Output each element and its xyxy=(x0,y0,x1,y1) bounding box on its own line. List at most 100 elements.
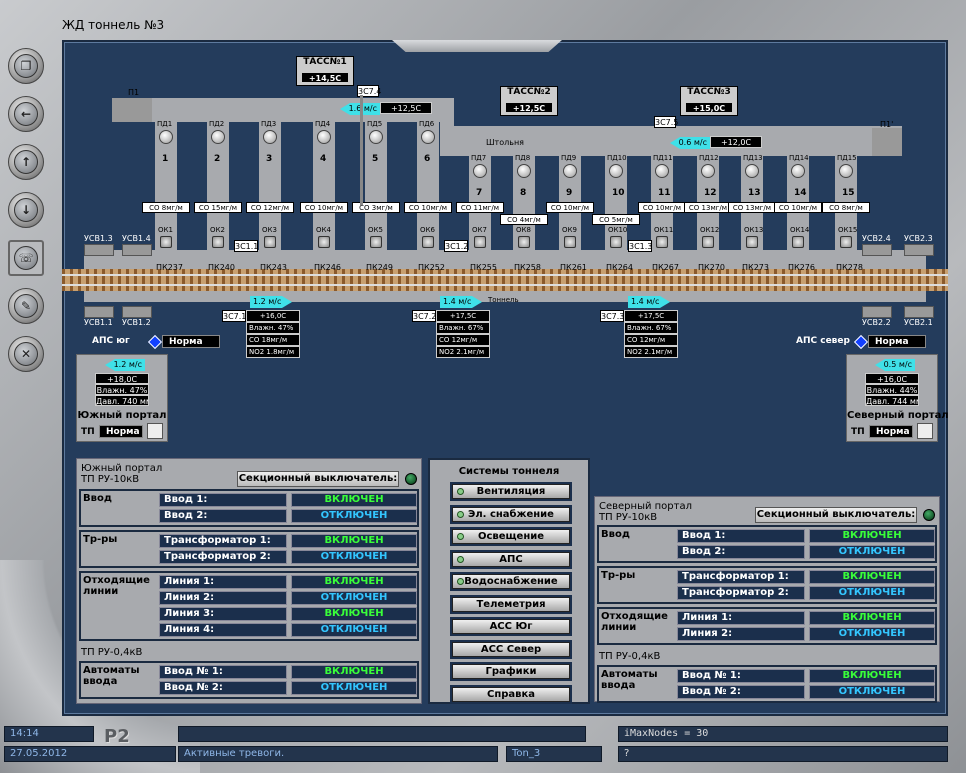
valve-icon[interactable] xyxy=(518,236,530,248)
tunnel-sensor-no2: NO2 2.1мг/м xyxy=(624,346,678,358)
shaft-number: 2 xyxy=(214,154,221,164)
valve-icon[interactable] xyxy=(656,236,668,248)
tass-3: ТАСС№3 +15,0С xyxy=(680,86,738,116)
system-button-9[interactable]: Графики xyxy=(452,664,570,679)
damper-icon[interactable] xyxy=(839,164,853,178)
sidebar-button-7[interactable]: ✕ xyxy=(8,336,44,372)
sidebar-button-2[interactable]: ← xyxy=(8,96,44,132)
active-alarms-link[interactable]: Активные тревоги. xyxy=(178,746,498,762)
damper-icon[interactable] xyxy=(563,164,577,178)
sidebar-button-6[interactable]: ✎ xyxy=(8,288,44,324)
ventilator-icon[interactable] xyxy=(904,306,934,318)
portal-pressure: Давл. 740 мм xyxy=(95,395,149,406)
valve-icon[interactable] xyxy=(610,236,622,248)
damper-icon[interactable] xyxy=(317,130,331,144)
row-label: Ввод № 2: xyxy=(677,685,805,699)
valve-icon[interactable] xyxy=(702,236,714,248)
valve-icon[interactable] xyxy=(474,236,486,248)
picket-label: ПК255 xyxy=(470,263,497,272)
transformer-icon[interactable] xyxy=(917,423,933,439)
pipe xyxy=(360,95,363,205)
valve-label: ОК3 xyxy=(262,226,277,234)
damper-icon[interactable] xyxy=(369,130,383,144)
system-button-6[interactable]: Телеметрия xyxy=(452,596,570,612)
system-button-10[interactable]: Справка xyxy=(452,686,570,702)
ventilator-icon[interactable] xyxy=(122,244,152,256)
picket-label: ПК276 xyxy=(788,263,815,272)
damper-icon[interactable] xyxy=(745,164,759,178)
ventilator-icon[interactable] xyxy=(862,244,892,256)
section-switch-button[interactable]: Секционный выключатель: xyxy=(237,471,399,487)
valve-icon[interactable] xyxy=(212,236,224,248)
row-label: Ввод № 2: xyxy=(159,681,287,695)
damper-icon[interactable] xyxy=(609,164,623,178)
damper-icon[interactable] xyxy=(655,164,669,178)
help-field[interactable]: ? xyxy=(618,746,948,762)
system-button-5[interactable]: Водоснабжение xyxy=(452,574,570,589)
system-button-7[interactable]: АСС Юг xyxy=(452,619,570,634)
tp04-title: ТП РУ-0,4кВ xyxy=(599,651,661,662)
ventilator-icon[interactable] xyxy=(904,244,934,256)
tunnel-sensor-id: 3С7.2 xyxy=(412,310,437,322)
sidebar-button-1[interactable]: ❐ xyxy=(8,48,44,84)
valve-icon[interactable] xyxy=(564,236,576,248)
section-switch-button[interactable]: Секционный выключатель: xyxy=(755,507,917,523)
damper-label: ПД15 xyxy=(837,154,857,162)
valve-icon[interactable] xyxy=(264,236,276,248)
system-button-4[interactable]: АПС xyxy=(452,551,570,567)
group-auto: Автоматы ввода Ввод № 1: ВКЛЮЧЕН Ввод № 2: О… xyxy=(79,661,419,699)
picket-label: ПК270 xyxy=(698,263,725,272)
tunnel-sensor-no2: NO2 1.8мг/м xyxy=(246,346,300,358)
row-label: Ввод 1: xyxy=(159,493,287,507)
up-icon: ↑ xyxy=(14,150,38,174)
valve-icon[interactable] xyxy=(370,236,382,248)
damper-icon[interactable] xyxy=(701,164,715,178)
row-label: Ввод № 1: xyxy=(677,669,805,683)
picket-label: ПК278 xyxy=(836,263,863,272)
valve-icon[interactable] xyxy=(318,236,330,248)
valve-icon[interactable] xyxy=(422,236,434,248)
ventilator-icon[interactable] xyxy=(84,306,114,318)
system-button-2[interactable]: Эл. снабжение xyxy=(452,506,570,522)
ton-field: Ton_3 xyxy=(506,746,602,762)
valve-icon[interactable] xyxy=(840,236,852,248)
damper-icon[interactable] xyxy=(473,164,487,178)
shaft-number: 12 xyxy=(704,188,717,198)
picket-label: ПК237 xyxy=(156,263,183,272)
ventilator-icon[interactable] xyxy=(84,244,114,256)
valve-icon[interactable] xyxy=(746,236,758,248)
row-label: Ввод 2: xyxy=(159,509,287,523)
co-sensor: СО 8мг/м xyxy=(822,202,870,213)
valve-icon[interactable] xyxy=(160,236,172,248)
tunnel-sensor-id: 3С7.1 xyxy=(222,310,247,322)
row-status: ВКЛЮЧЕН xyxy=(809,570,935,584)
shaft-label: Штольня xyxy=(486,138,524,147)
shaft-number: 7 xyxy=(476,188,483,198)
damper-icon[interactable] xyxy=(421,130,435,144)
system-button-8[interactable]: АСС Север xyxy=(452,641,570,657)
damper-icon[interactable] xyxy=(159,130,173,144)
panel-notch xyxy=(392,40,562,52)
co-sensor: СО 10мг/м xyxy=(404,202,452,213)
damper-icon[interactable] xyxy=(791,164,805,178)
sidebar-button-4[interactable]: ↓ xyxy=(8,192,44,228)
down-icon: ↓ xyxy=(14,198,38,222)
tp04-title: ТП РУ-0,4кВ xyxy=(81,647,143,658)
sidebar-button-3[interactable]: ↑ xyxy=(8,144,44,180)
valve-icon[interactable] xyxy=(792,236,804,248)
shaft-number: 13 xyxy=(748,188,761,198)
system-button-1[interactable]: Вентиляция xyxy=(452,484,570,499)
tunnel-label: Тоннель xyxy=(488,296,519,304)
group-label: Отходящие линии xyxy=(83,575,150,597)
damper-icon[interactable] xyxy=(263,130,277,144)
damper-icon[interactable] xyxy=(211,130,225,144)
damper-icon[interactable] xyxy=(517,164,531,178)
ventilator-icon[interactable] xyxy=(122,306,152,318)
ventilator-icon[interactable] xyxy=(862,306,892,318)
damper-label: ПД10 xyxy=(607,154,627,162)
system-button-3[interactable]: Освещение xyxy=(452,529,570,544)
sidebar-button-5[interactable]: ☏ xyxy=(8,240,44,276)
transformer-icon[interactable] xyxy=(147,423,163,439)
damper-label: ПД8 xyxy=(515,154,531,162)
valve-label: ОК2 xyxy=(210,226,225,234)
